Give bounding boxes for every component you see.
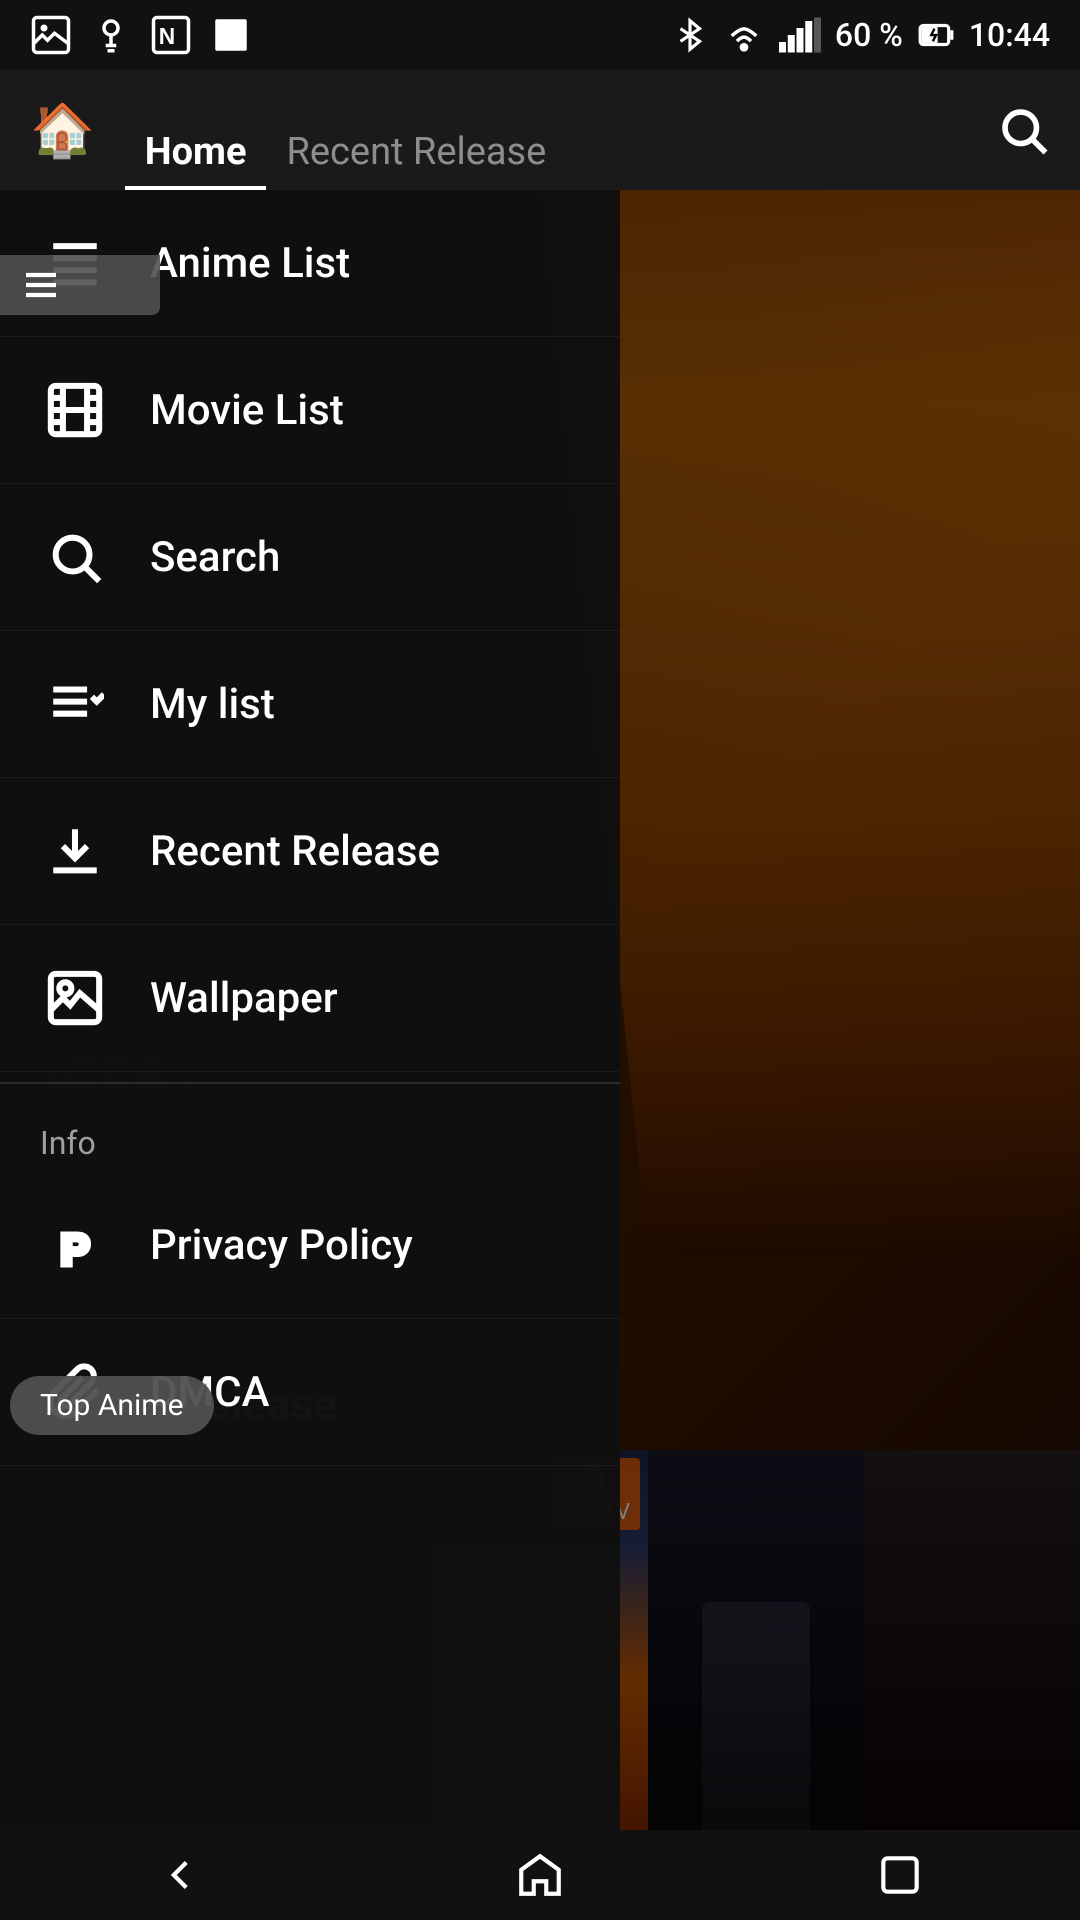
image-icon [30,14,72,56]
main-content: news : ACCA : Recent Release 10月よりTV Top… [0,190,1080,1830]
download-icon [40,816,110,886]
time-display: 10:44 [969,16,1050,54]
back-icon [155,1850,205,1900]
drawer-item-my-list[interactable]: My list [0,631,620,778]
svg-text:N: N [159,23,175,49]
search-label: Search [150,533,280,582]
toolbar: 🏠 Home Recent Release [0,70,1080,190]
info-section-header: Info [0,1094,620,1172]
status-bar: N 60 % [0,0,1080,70]
status-left-icons: N [30,14,252,56]
n-badge-icon: N [150,14,192,56]
tab-recent-release[interactable]: Recent Release [266,70,566,190]
my-list-label: My list [150,680,275,729]
bluetooth-icon [671,16,709,54]
side-drawer: Anime List Movie List [0,190,620,1830]
bottom-nav [0,1830,1080,1920]
recent-release-drawer-label: Recent Release [150,827,440,876]
battery-text: 60 % [835,16,903,54]
top-anime-pill[interactable]: Top Anime [10,1376,214,1435]
image-wallpaper-icon [40,963,110,1033]
drawer-item-recent-release[interactable]: Recent Release [0,778,620,925]
square-icon [210,14,252,56]
movie-list-label: Movie List [150,386,344,435]
side-tag [0,255,160,315]
tab-home[interactable]: Home [125,70,267,190]
toolbar-tabs: Home Recent Release [125,70,996,190]
signal-icon [779,16,821,54]
drawer-item-search[interactable]: Search [0,484,620,631]
drawer-item-movie-list[interactable]: Movie List [0,337,620,484]
menu-icon [16,265,66,305]
privacy-policy-label: Privacy Policy [150,1221,413,1270]
privacy-icon: P [40,1210,110,1280]
wallpaper-label: Wallpaper [150,974,338,1023]
search-icon[interactable] [996,103,1050,157]
battery-icon [917,16,955,54]
drawer-divider [0,1082,620,1084]
recents-icon [875,1850,925,1900]
recents-button[interactable] [840,1830,960,1920]
anime-list-label: Anime List [150,239,350,288]
drawer-search-icon [40,522,110,592]
svg-text:P: P [61,1226,90,1274]
film-icon [40,375,110,445]
home-icon: 🏠 [30,100,95,161]
status-right: 60 % 10:44 [671,14,1050,56]
checklist-icon [40,669,110,739]
drawer-item-privacy-policy[interactable]: P Privacy Policy [0,1172,620,1319]
back-button[interactable] [120,1830,240,1920]
bulb-icon [90,14,132,56]
home-button[interactable] [480,1830,600,1920]
drawer-item-wallpaper[interactable]: Wallpaper [0,925,620,1072]
wifi-icon [723,14,765,56]
home-nav-icon [515,1850,565,1900]
